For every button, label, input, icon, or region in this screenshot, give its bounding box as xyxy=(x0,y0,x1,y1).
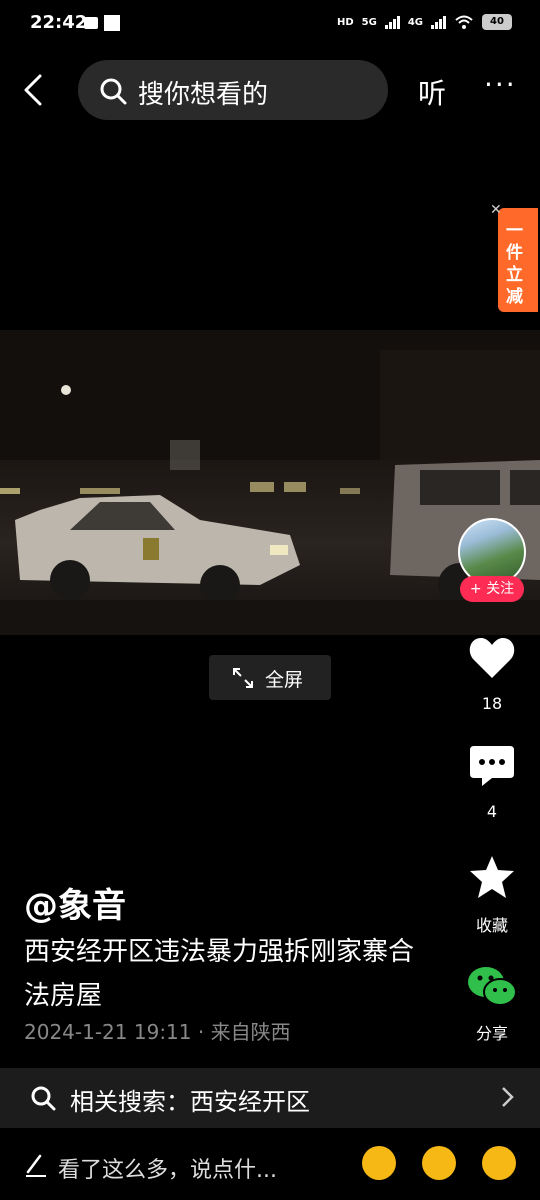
video-call-icon xyxy=(84,17,98,29)
chevron-right-icon xyxy=(502,1087,514,1107)
pencil-icon xyxy=(26,1154,46,1177)
signal-icon-2 xyxy=(431,15,446,29)
post-meta: 2024-1-21 19:11 · 来自陕西 xyxy=(24,1016,291,1045)
listen-button[interactable]: 听 xyxy=(418,72,446,112)
comment-input[interactable]: 看了这么多，说点什... xyxy=(58,1152,277,1184)
fullscreen-label: 全屏 xyxy=(265,669,304,691)
net-5g-label: 5G xyxy=(361,16,377,28)
emoji-smirk-icon[interactable] xyxy=(362,1146,396,1180)
expand-icon xyxy=(233,668,253,688)
related-search-label: 相关搜索：西安经开区 xyxy=(70,1088,310,1116)
video-frame xyxy=(0,330,540,635)
search-placeholder: 搜你想看的 xyxy=(138,80,269,110)
fullscreen-button[interactable]: 全屏 xyxy=(209,655,331,700)
search-input[interactable]: 搜你想看的 xyxy=(78,60,388,120)
signal-icon xyxy=(384,15,400,29)
related-search-bar[interactable]: 相关搜索：西安经开区 xyxy=(0,1068,540,1128)
status-time: 22:42 xyxy=(30,12,88,33)
emoji-laugh-icon[interactable] xyxy=(482,1146,516,1180)
net-4g-label: 4G xyxy=(407,16,423,28)
battery-icon: 40 xyxy=(482,14,512,30)
author-name[interactable]: @象音 xyxy=(24,878,126,927)
comment-bar[interactable]: 看了这么多，说点什... xyxy=(0,1132,540,1200)
wechat-share-icon[interactable] xyxy=(466,964,518,1008)
search-icon xyxy=(31,1086,56,1111)
search-icon xyxy=(100,78,127,105)
wifi-icon xyxy=(455,15,473,29)
share-label: 分享 xyxy=(475,1024,508,1043)
notification-icon xyxy=(104,15,120,31)
follow-button[interactable]: + 关注 xyxy=(460,576,524,602)
like-icon[interactable] xyxy=(468,636,516,680)
top-bar: 搜你想看的 听 ··· xyxy=(0,58,540,122)
post-location: · 来自陕西 xyxy=(191,1020,291,1044)
star-icon[interactable] xyxy=(468,854,516,900)
status-bar: 22:42 HD 5G 4G 40 xyxy=(0,0,540,50)
favorite-label: 收藏 xyxy=(475,916,508,935)
hd-label: HD xyxy=(336,16,354,28)
post-date: 2024-1-21 19:11 xyxy=(24,1020,192,1044)
emoji-think-icon[interactable] xyxy=(422,1146,456,1180)
comment-icon[interactable] xyxy=(468,744,516,788)
post-description: 西安经开区违法暴力强拆刚家寨合法房屋 xyxy=(24,937,415,1011)
like-count: 18 xyxy=(481,694,503,713)
back-icon[interactable] xyxy=(16,72,50,108)
comment-count: 4 xyxy=(486,802,498,821)
promo-banner[interactable]: ✕ 一件立减 xyxy=(490,202,538,312)
video-player[interactable] xyxy=(0,330,540,635)
status-indicators: HD 5G 4G 40 xyxy=(337,14,512,30)
more-button[interactable]: ··· xyxy=(484,68,517,101)
promo-text: 一件立减 xyxy=(506,221,523,307)
close-icon[interactable]: ✕ xyxy=(490,202,502,218)
